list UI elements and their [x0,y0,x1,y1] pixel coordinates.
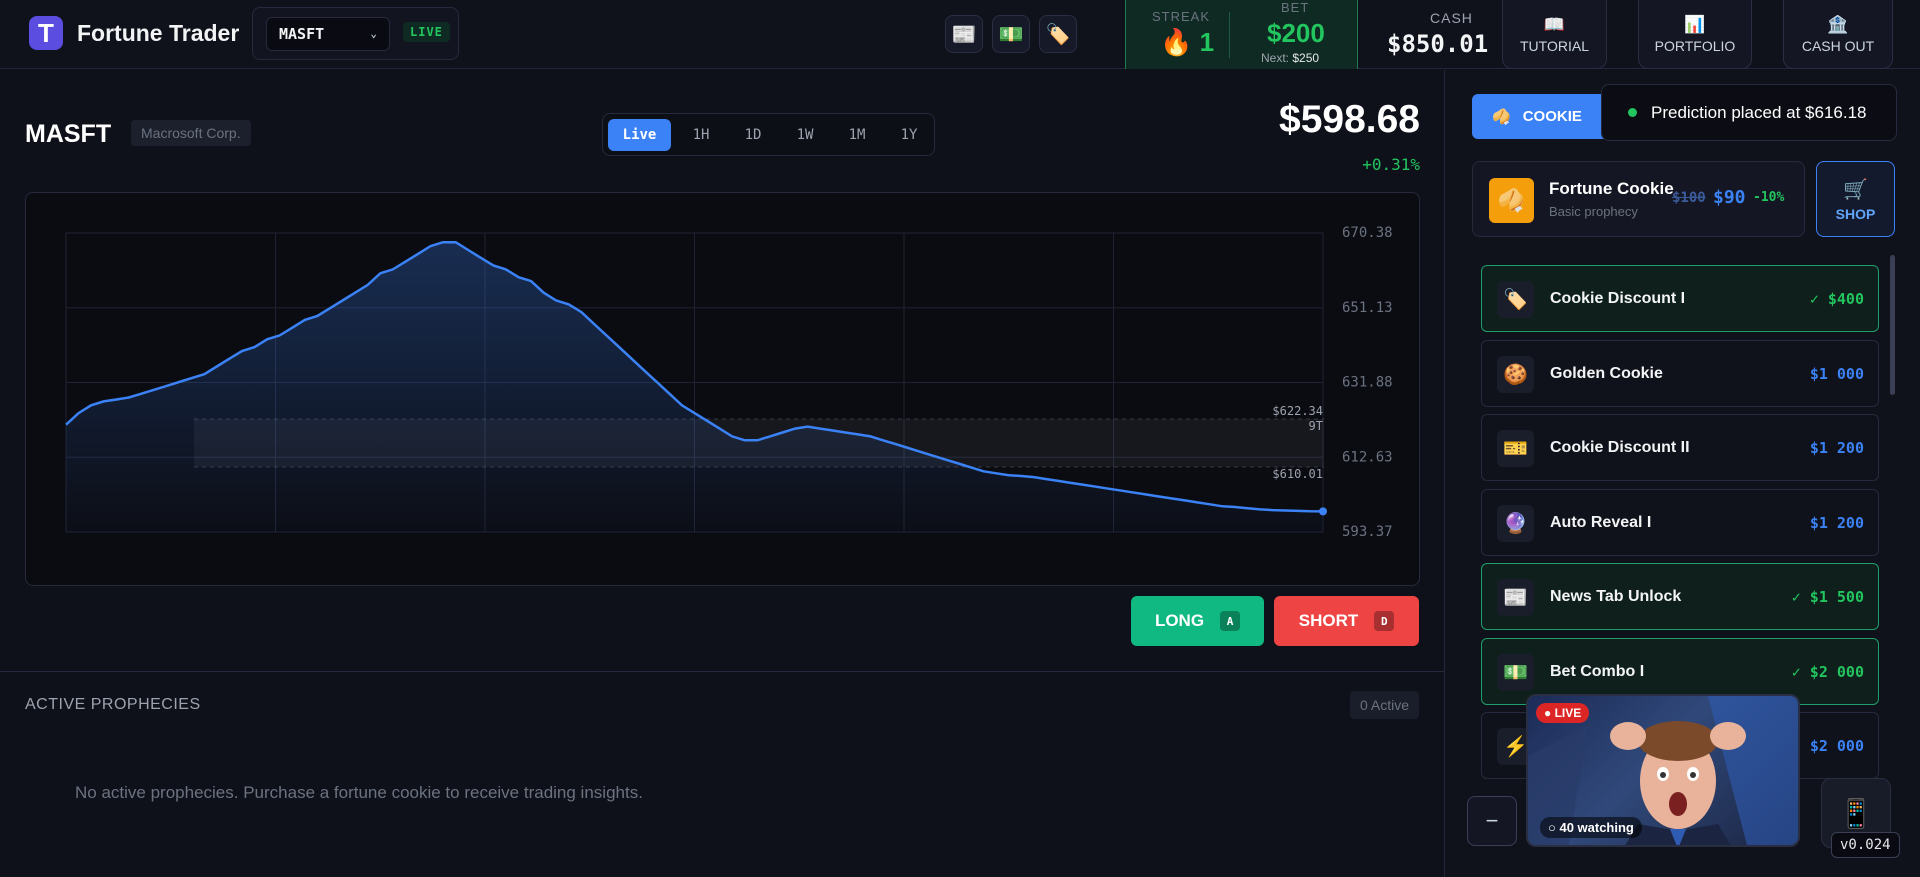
fortune-subtitle: Basic prophecy [1549,204,1638,219]
app-title: Fortune Trader [77,20,240,46]
list-item[interactable]: 🍪 Golden Cookie $1 000 [1481,340,1879,407]
bet-next: Next: $250 [1261,51,1320,65]
crystal-ball-icon: 🔮 [1497,505,1534,542]
shop-button[interactable]: 🛒 SHOP [1816,161,1895,237]
list-item[interactable]: 🏷️ Cookie Discount I ✓ $400 [1481,265,1879,332]
ticket-icon: 🎫 [1497,430,1534,467]
ticker-select[interactable]: MASFT ⌄ [266,17,390,51]
divider [1229,12,1230,58]
stock-symbol: MASFT [25,120,112,148]
y-tick-label: 651.13 [1342,300,1393,316]
fortune-cookie-icon: 🥠 [1489,178,1534,223]
money-icon[interactable]: 💵 [992,15,1030,53]
short-shortcut: D [1374,611,1395,631]
newspaper-icon[interactable]: 📰 [945,15,983,53]
chart-svg: $622.34 9T $610.01 670.38 651.13 631.88 612… [65,225,1393,540]
streak-value: 🔥 1 [1160,27,1215,57]
ticker-value: MASFT [279,25,325,43]
fortune-cookie-icon: 🥠 [1492,108,1511,126]
cash-label: CASH [1430,10,1473,26]
new-price: $90 [1713,187,1746,208]
prophecies-section: ACTIVE PROPHECIES 0 Active No active pro… [0,671,1444,877]
current-price: $598.68 [1279,98,1420,141]
prophecies-empty-text: No active prophecies. Purchase a fortune… [75,783,643,802]
portfolio-button[interactable]: 📊 PORTFOLIO [1638,0,1752,69]
old-price: $100 [1672,190,1706,206]
ticker-panel: MASFT ⌄ LIVE [252,7,459,60]
list-item[interactable]: 🔮 Auto Reveal I $1 200 [1481,489,1879,556]
top-bar: T Fortune Trader MASFT ⌄ LIVE 📰 💵 🏷️ STR… [0,0,1920,69]
tab-1y[interactable]: 1Y [887,119,931,151]
short-button[interactable]: SHORT D [1274,596,1419,646]
live-badge: LIVE [403,22,450,42]
streak-label: STREAK [1152,9,1211,24]
viewer-count: ○ 40 watching [1540,817,1642,838]
price-chart: $622.34 9T $610.01 670.38 651.13 631.88 612… [25,192,1420,586]
list-item[interactable]: 🎫 Cookie Discount II $1 200 [1481,414,1879,481]
price-change: +0.31% [1362,155,1420,174]
timeframe-selector: Live 1H 1D 1W 1M 1Y [602,113,935,156]
y-tick-label: 612.63 [1342,449,1393,465]
tutorial-button[interactable]: 📖 TUTORIAL [1502,0,1607,69]
band-high-label: $622.34 [1272,404,1323,418]
company-name: Macrosoft Corp. [131,120,251,146]
stream-live-badge: ● LIVE [1536,703,1590,723]
bet-label: BET [1281,0,1310,15]
tag-icon[interactable]: 🏷️ [1039,15,1077,53]
tab-1m[interactable]: 1M [835,119,879,151]
y-tick-label: 631.88 [1342,375,1393,391]
prophecies-count: 0 Active [1349,691,1419,719]
success-dot-icon [1628,108,1637,117]
phone-icon: 📱 [1838,797,1874,829]
bar-chart-icon: 📊 [1684,14,1706,34]
discount-badge: -10% [1753,190,1785,205]
app-logo: T [29,16,63,50]
fortune-cookie-card[interactable]: 🥠 Fortune Cookie Basic prophecy $100 $90… [1472,161,1805,237]
money-icon: 💵 [1497,654,1534,691]
band-low-label: $610.01 [1272,467,1323,481]
bank-icon: 🏦 [1827,14,1849,34]
bet-value: $200 [1267,18,1325,48]
tab-1d[interactable]: 1D [731,119,775,151]
newspaper-icon: 📰 [1497,579,1534,616]
band-marker-label: 9T [1309,419,1323,433]
cash-value: $850.01 [1387,30,1489,58]
fortune-title: Fortune Cookie [1549,179,1674,198]
version-label: v0.024 [1831,832,1900,858]
chevron-down-icon: ⌄ [370,27,377,40]
y-tick-label: 593.37 [1342,524,1393,540]
tab-1w[interactable]: 1W [783,119,827,151]
cookie-icon: 🍪 [1497,356,1534,393]
toast-notification: Prediction placed at $616.18 [1601,84,1897,141]
tab-live[interactable]: Live [608,119,671,151]
collapse-button[interactable]: − [1467,796,1517,846]
cash-out-button[interactable]: 🏦 CASH OUT [1783,0,1893,69]
streak-bet-panel: STREAK 🔥 1 BET $200 Next: $250 [1125,0,1358,69]
live-stream-widget[interactable]: ● LIVE ○ 40 watching [1526,694,1800,847]
current-price-dot [1319,507,1327,516]
shop-sidebar: 🥠 COOKIE Prediction placed at $616.18 🥠 … [1444,70,1920,877]
list-item[interactable]: 📰 News Tab Unlock ✓ $1 500 [1481,563,1879,630]
y-tick-label: 670.38 [1342,225,1393,241]
cart-icon: 🛒 [1843,178,1868,201]
book-icon: 📖 [1543,14,1566,34]
tag-icon: 🏷️ [1497,281,1534,318]
long-button[interactable]: LONG A [1131,596,1264,646]
list-scrollbar[interactable] [1890,255,1895,395]
prophecies-title: ACTIVE PROPHECIES [25,696,201,713]
tab-1h[interactable]: 1H [679,119,723,151]
main-panel: MASFT Macrosoft Corp. Live 1H 1D 1W 1M 1… [0,70,1444,877]
long-shortcut: A [1220,611,1241,631]
